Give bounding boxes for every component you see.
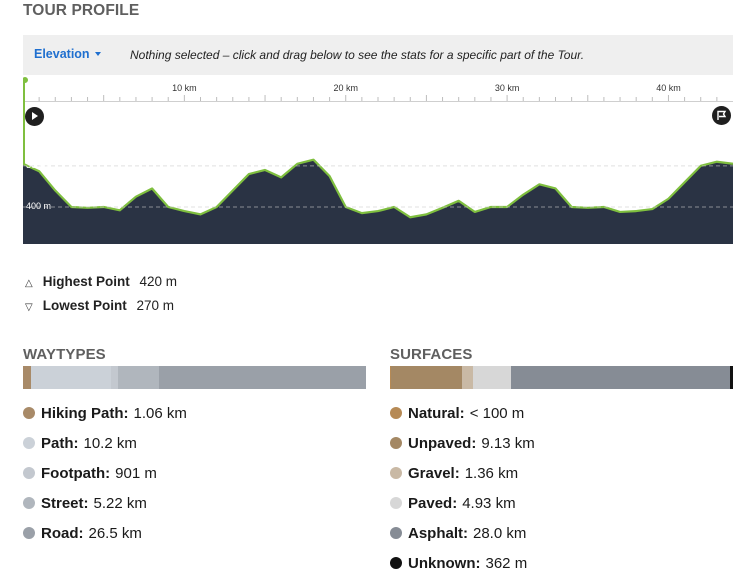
highest-point: △ Highest Point 420 m	[25, 274, 177, 289]
surface-legend-name: Natural:	[408, 405, 465, 422]
elevation-tick-label: 400 m	[26, 201, 51, 211]
surface-bar-segment[interactable]	[730, 366, 733, 389]
surface-legend-value: 9.13 km	[481, 435, 535, 452]
waytype-legend-value: 10.2 km	[83, 435, 137, 452]
surface-legend-value: 4.93 km	[462, 495, 516, 512]
elevation-chart-svg[interactable]: 400 m 300 m 10 km 20 km 30 km 40 km	[23, 75, 733, 245]
surface-legend-value: 362 m	[485, 555, 528, 572]
color-dot-icon	[23, 467, 35, 479]
color-dot-icon	[23, 407, 35, 419]
surface-legend: Natural: < 100 m Unpaved: 9.13 km Gravel: 1.3…	[390, 405, 535, 585]
waytype-bar-segment[interactable]	[158, 366, 366, 389]
color-dot-icon	[390, 497, 402, 509]
start-dot	[23, 77, 28, 83]
lowest-point-label: Lowest Point	[42, 298, 127, 313]
surface-legend-value: 28.0 km	[473, 525, 527, 542]
elevation-chart[interactable]: 400 m 300 m 10 km 20 km 30 km 40 km	[23, 75, 733, 245]
surface-bar[interactable]	[390, 366, 733, 389]
surface-legend-value: 1.36 km	[464, 465, 519, 482]
surface-legend-name: Unknown:	[408, 555, 481, 572]
surface-legend-item[interactable]: Natural: < 100 m	[390, 405, 535, 435]
waytype-legend-item[interactable]: Road: 26.5 km	[23, 525, 187, 555]
distance-tick-label: 40 km	[656, 83, 681, 93]
chevron-down-icon	[94, 51, 101, 56]
surface-legend-item[interactable]: Asphalt: 28.0 km	[390, 525, 535, 555]
waytype-legend-value: 26.5 km	[88, 525, 142, 542]
color-dot-icon	[23, 527, 35, 539]
play-icon[interactable]	[25, 107, 44, 126]
surface-legend-item[interactable]: Unpaved: 9.13 km	[390, 435, 535, 465]
surface-legend-item[interactable]: Paved: 4.93 km	[390, 495, 535, 525]
color-dot-icon	[23, 497, 35, 509]
surface-bar-segment[interactable]	[511, 366, 731, 389]
highest-point-value: 420 m	[139, 274, 178, 289]
surface-bar-segment[interactable]	[390, 366, 463, 389]
surface-legend-name: Unpaved:	[408, 435, 477, 452]
color-dot-icon	[390, 557, 402, 569]
waytype-legend-value: 1.06 km	[133, 405, 187, 422]
lowest-point-value: 270 m	[136, 298, 175, 313]
surface-legend-value: < 100 m	[469, 405, 525, 422]
highest-point-label: Highest Point	[42, 274, 130, 289]
profile-toolbar: Elevation Nothing selected – click and d…	[23, 35, 733, 75]
waytype-legend-name: Road:	[41, 525, 84, 542]
triangle-down-icon: ▽	[25, 302, 33, 313]
waytype-legend-value: 901 m	[115, 465, 157, 482]
waytype-legend-item[interactable]: Footpath: 901 m	[23, 465, 187, 495]
waytype-legend-name: Footpath:	[41, 465, 111, 482]
finish-flag-icon[interactable]	[712, 106, 731, 125]
surface-legend-name: Asphalt:	[408, 525, 468, 542]
color-dot-icon	[390, 527, 402, 539]
waytype-bar-segment[interactable]	[111, 366, 119, 389]
color-dot-icon	[23, 437, 35, 449]
color-dot-icon	[390, 437, 402, 449]
waytype-legend-item[interactable]: Hiking Path: 1.06 km	[23, 405, 187, 435]
surface-legend-item[interactable]: Gravel: 1.36 km	[390, 465, 535, 495]
distance-tick-label: 20 km	[333, 83, 358, 93]
waytype-bar-segment[interactable]	[31, 366, 111, 389]
waytype-legend: Hiking Path: 1.06 km Path: 10.2 km Footpath:…	[23, 405, 187, 555]
waytype-legend-item[interactable]: Path: 10.2 km	[23, 435, 187, 465]
surface-legend-name: Paved:	[408, 495, 458, 512]
surface-legend-name: Gravel:	[408, 465, 460, 482]
color-dot-icon	[390, 467, 402, 479]
waytype-legend-value: 5.22 km	[93, 495, 147, 512]
surface-bar-segment[interactable]	[472, 366, 512, 389]
distance-tick-label: 10 km	[172, 83, 197, 93]
waytype-bar-segment[interactable]	[23, 366, 32, 389]
surface-legend-item[interactable]: Unknown: 362 m	[390, 555, 535, 585]
waytype-legend-name: Path:	[41, 435, 79, 452]
surfaces-title: SURFACES	[390, 346, 473, 363]
waytype-legend-item[interactable]: Street: 5.22 km	[23, 495, 187, 525]
distance-tick-label: 30 km	[495, 83, 520, 93]
tour-profile-title: TOUR PROFILE	[23, 2, 140, 19]
waytype-legend-name: Hiking Path:	[41, 405, 129, 422]
metric-dropdown-label: Elevation	[34, 47, 90, 61]
lowest-point: ▽ Lowest Point 270 m	[25, 298, 174, 313]
waytype-bar-segment[interactable]	[118, 366, 159, 389]
metric-dropdown[interactable]: Elevation	[34, 47, 101, 61]
color-dot-icon	[390, 407, 402, 419]
waytype-bar[interactable]	[23, 366, 366, 389]
triangle-up-icon: △	[25, 278, 33, 289]
surface-bar-segment[interactable]	[462, 366, 473, 389]
selection-hint: Nothing selected – click and drag below …	[130, 48, 585, 62]
elevation-tick-label: 300 m	[26, 160, 51, 170]
waytype-legend-name: Street:	[41, 495, 89, 512]
waytypes-title: WAYTYPES	[23, 346, 106, 363]
